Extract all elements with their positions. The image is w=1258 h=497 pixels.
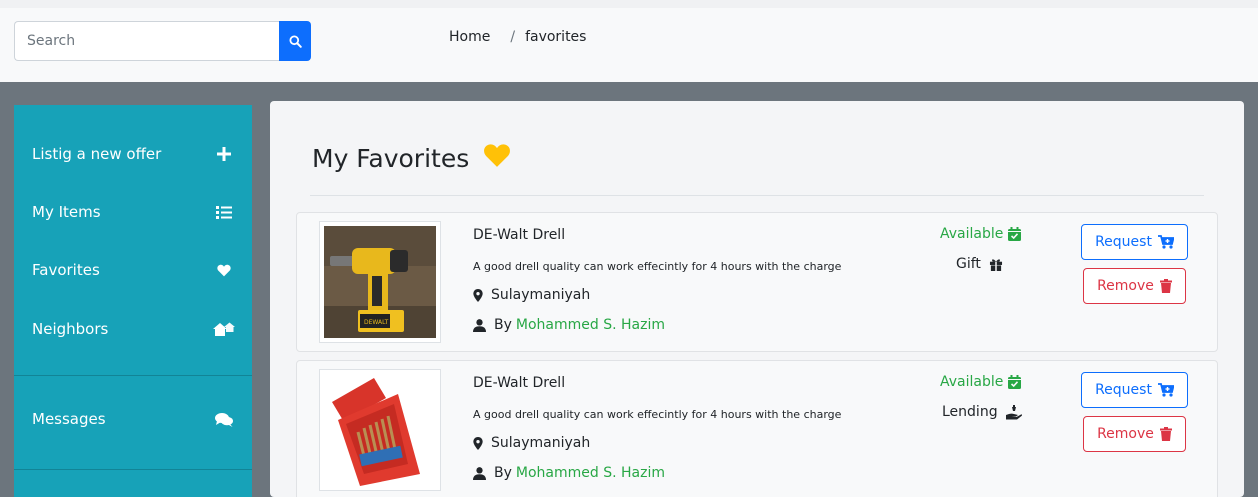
breadcrumb-current: favorites <box>525 29 587 45</box>
top-bar: Home / favorites <box>0 0 1258 82</box>
remove-button[interactable]: Remove <box>1083 416 1186 452</box>
item-status: Available <box>940 226 1022 242</box>
item-location-text: Sulaymaniyah <box>491 435 591 451</box>
request-button[interactable]: Request <box>1081 372 1188 408</box>
svg-text:DEWALT: DEWALT <box>364 319 389 326</box>
calendar-check-icon <box>1008 227 1022 241</box>
request-button[interactable]: Request <box>1081 224 1188 260</box>
remove-label: Remove <box>1097 426 1154 442</box>
user-icon <box>473 318 486 332</box>
breadcrumb-separator: / <box>510 29 516 45</box>
plus-icon <box>212 147 236 161</box>
request-label: Request <box>1095 382 1152 398</box>
breadcrumb-home[interactable]: Home <box>449 29 490 45</box>
list-icon <box>212 205 236 219</box>
user-icon <box>473 466 486 480</box>
trash-icon <box>1159 427 1172 441</box>
title-divider <box>310 195 1204 196</box>
search-button[interactable] <box>279 21 311 61</box>
page-title-text: My Favorites <box>312 144 470 173</box>
favorite-item-card: DEWALT DE-Walt Drell A good drell qualit… <box>296 212 1218 352</box>
owner-link[interactable]: Mohammed S. Hazim <box>516 317 665 333</box>
search-input[interactable] <box>14 21 280 61</box>
type-text: Lending <box>942 404 998 420</box>
remove-label: Remove <box>1097 278 1154 294</box>
sidebar: Listig a new offer My Items Favorites Ne… <box>14 105 252 497</box>
calendar-check-icon <box>1008 375 1022 389</box>
sidebar-item-label: Listig a new offer <box>32 145 162 163</box>
status-text: Available <box>940 374 1004 390</box>
hand-holding-icon <box>1005 404 1022 419</box>
map-marker-icon <box>473 288 483 302</box>
heart-icon <box>212 264 236 277</box>
sidebar-item-label: Messages <box>32 410 106 428</box>
item-image[interactable] <box>319 369 441 491</box>
request-label: Request <box>1095 234 1152 250</box>
search-icon <box>288 34 302 48</box>
item-image[interactable]: DEWALT <box>319 221 441 343</box>
sidebar-item-label: My Items <box>32 203 101 221</box>
sidebar-item-messages[interactable]: Messages <box>14 391 252 447</box>
owner-prefix: By <box>494 465 512 481</box>
favorites-panel: My Favorites DEWALT DE-Walt Drell A good <box>270 101 1244 497</box>
remove-button[interactable]: Remove <box>1083 268 1186 304</box>
gift-icon <box>989 258 1002 271</box>
map-marker-icon <box>473 436 483 450</box>
item-location: Sulaymaniyah <box>473 287 590 303</box>
favorite-item-card: DE-Walt Drell A good drell quality can w… <box>296 360 1218 497</box>
sidebar-divider <box>14 375 252 376</box>
item-description: A good drell quality can work effecintly… <box>473 408 842 421</box>
sidebar-item-label: Neighbors <box>32 320 109 338</box>
type-text: Gift <box>956 256 981 272</box>
item-description: A good drell quality can work effecintly… <box>473 260 842 273</box>
item-type: Lending <box>942 404 1022 420</box>
drill-bit-set-photo <box>324 374 436 486</box>
comments-icon <box>212 412 236 427</box>
item-owner: By Mohammed S. Hazim <box>473 317 665 333</box>
sidebar-item-new-offer[interactable]: Listig a new offer <box>14 126 252 182</box>
item-location-text: Sulaymaniyah <box>491 287 591 303</box>
breadcrumb: Home / favorites <box>449 29 586 45</box>
sidebar-divider <box>14 469 252 470</box>
item-owner: By Mohammed S. Hazim <box>473 465 665 481</box>
heart-icon <box>483 143 511 174</box>
houses-icon <box>212 322 236 336</box>
item-status: Available <box>940 374 1022 390</box>
sidebar-item-favorites[interactable]: Favorites <box>14 242 252 298</box>
sidebar-item-label: Favorites <box>32 261 100 279</box>
item-title: DE-Walt Drell <box>473 375 566 391</box>
cart-plus-icon <box>1157 383 1174 397</box>
sidebar-item-my-items[interactable]: My Items <box>14 184 252 240</box>
drill-photo: DEWALT <box>324 226 436 338</box>
item-title: DE-Walt Drell <box>473 227 566 243</box>
item-type: Gift <box>956 256 1003 272</box>
trash-icon <box>1159 279 1172 293</box>
cart-plus-icon <box>1157 235 1174 249</box>
owner-link[interactable]: Mohammed S. Hazim <box>516 465 665 481</box>
page-title: My Favorites <box>312 143 511 174</box>
sidebar-item-neighbors[interactable]: Neighbors <box>14 301 252 357</box>
status-text: Available <box>940 226 1004 242</box>
owner-prefix: By <box>494 317 512 333</box>
item-location: Sulaymaniyah <box>473 435 590 451</box>
